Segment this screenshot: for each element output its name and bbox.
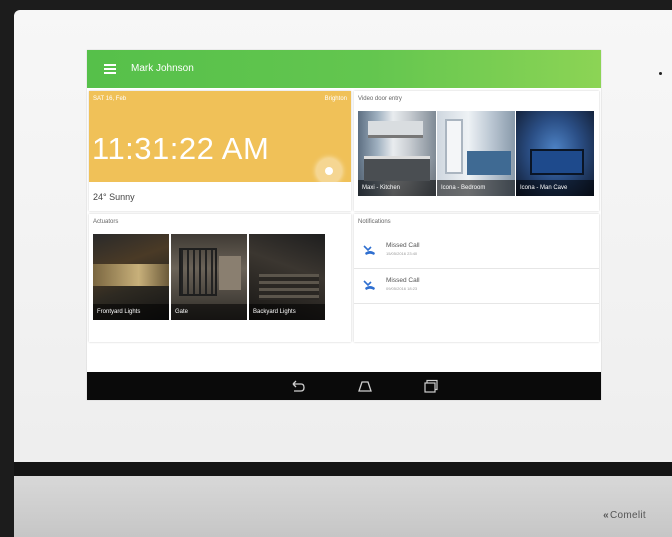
actuator-tile-frontyard-lights[interactable]: Frontyard Lights	[93, 234, 169, 320]
weather-text: 24° Sunny	[93, 192, 135, 202]
recent-apps-icon[interactable]	[423, 379, 439, 393]
device-bezel-band	[14, 462, 672, 476]
video-door-entry-widget: Video door entry Maxi - Kitchen Icona - …	[354, 91, 599, 211]
actuator-tile-label: Frontyard Lights	[93, 304, 169, 320]
camera-tile-bedroom[interactable]: Icona - Bedroom	[437, 111, 515, 196]
touch-screen: Mark Johnson SAT 16, Feb Brighton 11:31:…	[87, 50, 601, 400]
touch-indicator	[316, 158, 342, 184]
actuator-tile-label: Backyard Lights	[249, 304, 325, 320]
notifications-title: Notifications	[358, 219, 391, 225]
actuator-tile-backyard-lights[interactable]: Backyard Lights	[249, 234, 325, 320]
camera-tile-man-cave[interactable]: Icona - Man Cave	[516, 111, 594, 196]
clock-date: SAT 16, Feb	[93, 96, 127, 102]
notification-time: 15/05/2016 23:40	[386, 251, 418, 256]
notification-time: 09/05/2016 18:23	[386, 286, 418, 291]
pointer-dot	[659, 72, 662, 75]
notifications-widget: Notifications Missed Call 15/05/2016 23:…	[354, 214, 599, 342]
notification-label: Missed Call	[386, 242, 420, 249]
missed-call-icon	[363, 245, 375, 255]
notification-item[interactable]: Missed Call 15/05/2016 23:40	[354, 234, 599, 269]
camera-tile-label: Maxi - Kitchen	[358, 180, 436, 196]
camera-tile-label: Icona - Man Cave	[516, 180, 594, 196]
android-navigation-bar	[87, 372, 601, 400]
menu-icon[interactable]	[104, 64, 116, 74]
actuator-tile-label: Gate	[171, 304, 247, 320]
video-door-entry-title: Video door entry	[358, 96, 402, 102]
home-icon[interactable]	[357, 379, 373, 393]
intercom-device: Mark Johnson SAT 16, Feb Brighton 11:31:…	[14, 10, 672, 537]
notification-item[interactable]: Missed Call 09/05/2016 18:23	[354, 269, 599, 304]
notification-label: Missed Call	[386, 277, 420, 284]
actuators-widget: Actuators Frontyard Lights Gate Backyard…	[89, 214, 351, 342]
actuators-title: Actuators	[93, 219, 119, 225]
clock-city: Brighton	[324, 96, 347, 102]
brand-name: Comelit	[610, 510, 646, 521]
app-top-bar: Mark Johnson	[87, 50, 601, 88]
camera-tile-kitchen[interactable]: Maxi - Kitchen	[358, 111, 436, 196]
clock-widget[interactable]: SAT 16, Feb Brighton 11:31:22 AM 24° Sun…	[89, 91, 351, 211]
user-name: Mark Johnson	[131, 63, 194, 74]
camera-tile-label: Icona - Bedroom	[437, 180, 515, 196]
back-icon[interactable]	[290, 379, 306, 393]
missed-call-icon	[363, 280, 375, 290]
clock-time: 11:31:22 AM	[92, 131, 270, 166]
device-base	[14, 476, 672, 537]
brand-mark: «	[603, 510, 609, 521]
actuator-tile-gate[interactable]: Gate	[171, 234, 247, 320]
brand-logo: «Comelit	[603, 510, 646, 521]
